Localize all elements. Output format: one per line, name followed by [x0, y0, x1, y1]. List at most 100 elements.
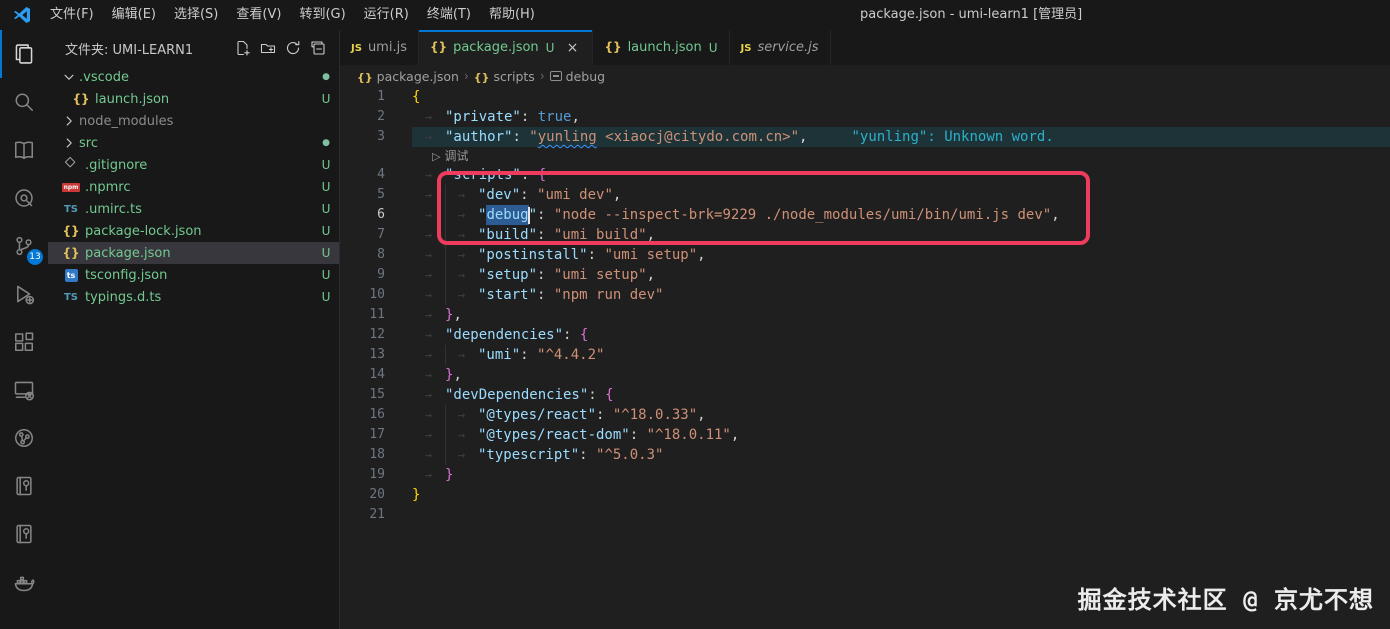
close-icon[interactable]: × — [563, 40, 581, 56]
docker-icon[interactable] — [0, 558, 48, 606]
line-number[interactable]: 1 — [340, 87, 412, 107]
line-number[interactable]: 2 — [340, 107, 412, 127]
breadcrumb-item-debug[interactable]: debug — [549, 69, 605, 84]
token: " — [478, 207, 487, 223]
git-graph-icon[interactable] — [0, 414, 48, 462]
tree-item-.umirc.ts[interactable]: TS .umirc.ts U — [48, 198, 339, 220]
line-number[interactable]: 16 — [340, 405, 412, 425]
line-number[interactable]: 5 — [340, 185, 412, 205]
notebook-tree-1-icon[interactable] — [0, 462, 48, 510]
menu-文件[interactable]: 文件(F) — [41, 0, 103, 30]
whitespace-tab-icon: → — [424, 248, 433, 262]
whitespace-tab-icon: → — [457, 228, 466, 242]
code-line-9[interactable]: 9 → → "setup": "umi setup", — [340, 265, 1390, 285]
code-line-6[interactable]: 6 → → " debug ": "node --inspect-brk=9229 ./n… — [340, 205, 1390, 225]
line-number[interactable]: 19 — [340, 465, 412, 485]
line-number[interactable]: 4 — [340, 165, 412, 185]
menu-帮助[interactable]: 帮助(H) — [480, 0, 544, 30]
new-file-icon[interactable] — [232, 37, 254, 59]
line-number[interactable]: 8 — [340, 245, 412, 265]
folder-title: 文件夹: UMI-LEARN1 — [65, 42, 194, 58]
tree-item-node_modules[interactable]: node_modules — [48, 110, 339, 132]
breadcrumb-item-package.json[interactable]: {} package.json — [357, 69, 459, 84]
tab-service.js[interactable]: JS service.js — [729, 30, 831, 65]
line-number[interactable]: 12 — [340, 325, 412, 345]
code-line-13[interactable]: 13 → → "umi": "^4.4.2" — [340, 345, 1390, 365]
git-status-badge: U — [321, 158, 331, 172]
tree-item-.gitignore[interactable]: .gitignore U — [48, 154, 339, 176]
token: , — [730, 427, 740, 443]
token: "umi build" — [553, 227, 647, 243]
tree-item-launch.json[interactable]: {} launch.json U — [48, 88, 339, 110]
notebook-tree-2-icon[interactable] — [0, 510, 48, 558]
source-control-icon[interactable]: 13 — [0, 222, 48, 270]
code-line-10[interactable]: 10 → → "start": "npm run dev" — [340, 285, 1390, 305]
book-reader-icon[interactable] — [0, 126, 48, 174]
token: { — [605, 387, 614, 403]
tab-umi.js[interactable]: JS umi.js — [340, 30, 419, 65]
line-number[interactable]: 3 — [340, 127, 412, 147]
code-line-18[interactable]: 18 → → "typescript": "^5.0.3" — [340, 445, 1390, 465]
gitlens-icon[interactable] — [0, 174, 48, 222]
refresh-icon[interactable] — [282, 37, 304, 59]
line-number[interactable]: 21 — [340, 505, 412, 525]
code-line-20[interactable]: 20} — [340, 485, 1390, 505]
code-line-3[interactable]: 3 → "author": " yunling <xiaocj@citydo.com.… — [340, 127, 1390, 147]
tree-item-.npmrc[interactable]: npm .npmrc U — [48, 176, 339, 198]
line-number[interactable]: 15 — [340, 385, 412, 405]
menu-查看[interactable]: 查看(V) — [227, 0, 290, 30]
search-icon[interactable] — [0, 78, 48, 126]
code-line-1[interactable]: 1{ — [340, 87, 1390, 107]
code-line-2[interactable]: 2 → "private": true, — [340, 107, 1390, 127]
codelens-debug[interactable]: ▷ 调试 — [340, 147, 1390, 165]
menu-选择[interactable]: 选择(S) — [165, 0, 227, 30]
explorer-icon[interactable] — [0, 30, 48, 78]
tree-item-tsconfig.json[interactable]: ts tsconfig.json U — [48, 264, 339, 286]
code-line-7[interactable]: 7 → → "build": "umi build", — [340, 225, 1390, 245]
remote-explorer-icon[interactable] — [0, 366, 48, 414]
code-line-16[interactable]: 16 → → "@types/react": "^18.0.33", — [340, 405, 1390, 425]
run-debug-icon[interactable] — [0, 270, 48, 318]
line-content: → "private": true, — [412, 107, 1390, 127]
line-number[interactable]: 13 — [340, 345, 412, 365]
code-line-4[interactable]: 4 → "scripts": { — [340, 165, 1390, 185]
line-number[interactable]: 7 — [340, 225, 412, 245]
code-line-21[interactable]: 21 — [340, 505, 1390, 525]
new-folder-icon[interactable] — [257, 37, 279, 59]
json-file-icon: {} — [62, 224, 80, 238]
code-line-15[interactable]: 15 → "devDependencies": { — [340, 385, 1390, 405]
tab-launch.json[interactable]: {} launch.json U — [593, 30, 730, 65]
line-number[interactable]: 18 — [340, 445, 412, 465]
line-number[interactable]: 6 — [340, 205, 412, 225]
tree-item-src[interactable]: src ● — [48, 132, 339, 154]
extensions-icon[interactable] — [0, 318, 48, 366]
code-line-17[interactable]: 17 → → "@types/react-dom": "^18.0.11", — [340, 425, 1390, 445]
tab-package.json[interactable]: {} package.json U × — [418, 30, 594, 65]
tree-item-package.json[interactable]: {} package.json U — [48, 242, 339, 264]
line-content: → → "start": "npm run dev" — [412, 285, 1390, 305]
menu-转到[interactable]: 转到(G) — [290, 0, 354, 30]
breadcrumb-item-scripts[interactable]: {} scripts — [474, 69, 535, 84]
collapse-all-icon[interactable] — [307, 37, 329, 59]
line-number[interactable]: 14 — [340, 365, 412, 385]
line-number[interactable]: 20 — [340, 485, 412, 505]
code-editor[interactable]: 1{2 → "private": true, 3 → "author": " yunling… — [340, 87, 1390, 629]
code-line-14[interactable]: 14 →}, — [340, 365, 1390, 385]
line-number[interactable]: 11 — [340, 305, 412, 325]
tree-item-typings.d.ts[interactable]: TS typings.d.ts U — [48, 286, 339, 308]
line-number[interactable]: 10 — [340, 285, 412, 305]
menu-编辑[interactable]: 编辑(E) — [103, 0, 165, 30]
explorer-section-header[interactable]: 文件夹: UMI-LEARN1 — [48, 30, 339, 66]
tree-item-package-lock.json[interactable]: {} package-lock.json U — [48, 220, 339, 242]
menu-终端[interactable]: 终端(T) — [418, 0, 480, 30]
tab-label: service.js — [757, 40, 819, 55]
menu-运行[interactable]: 运行(R) — [355, 0, 418, 30]
line-number[interactable]: 17 — [340, 425, 412, 445]
code-line-11[interactable]: 11 →}, — [340, 305, 1390, 325]
line-number[interactable]: 9 — [340, 265, 412, 285]
tree-item-.vscode[interactable]: .vscode ● — [48, 66, 339, 88]
code-line-8[interactable]: 8 → → "postinstall": "umi setup", — [340, 245, 1390, 265]
code-line-19[interactable]: 19 →} — [340, 465, 1390, 485]
code-line-12[interactable]: 12 → "dependencies": { — [340, 325, 1390, 345]
code-line-5[interactable]: 5 → → "dev": "umi dev", — [340, 185, 1390, 205]
